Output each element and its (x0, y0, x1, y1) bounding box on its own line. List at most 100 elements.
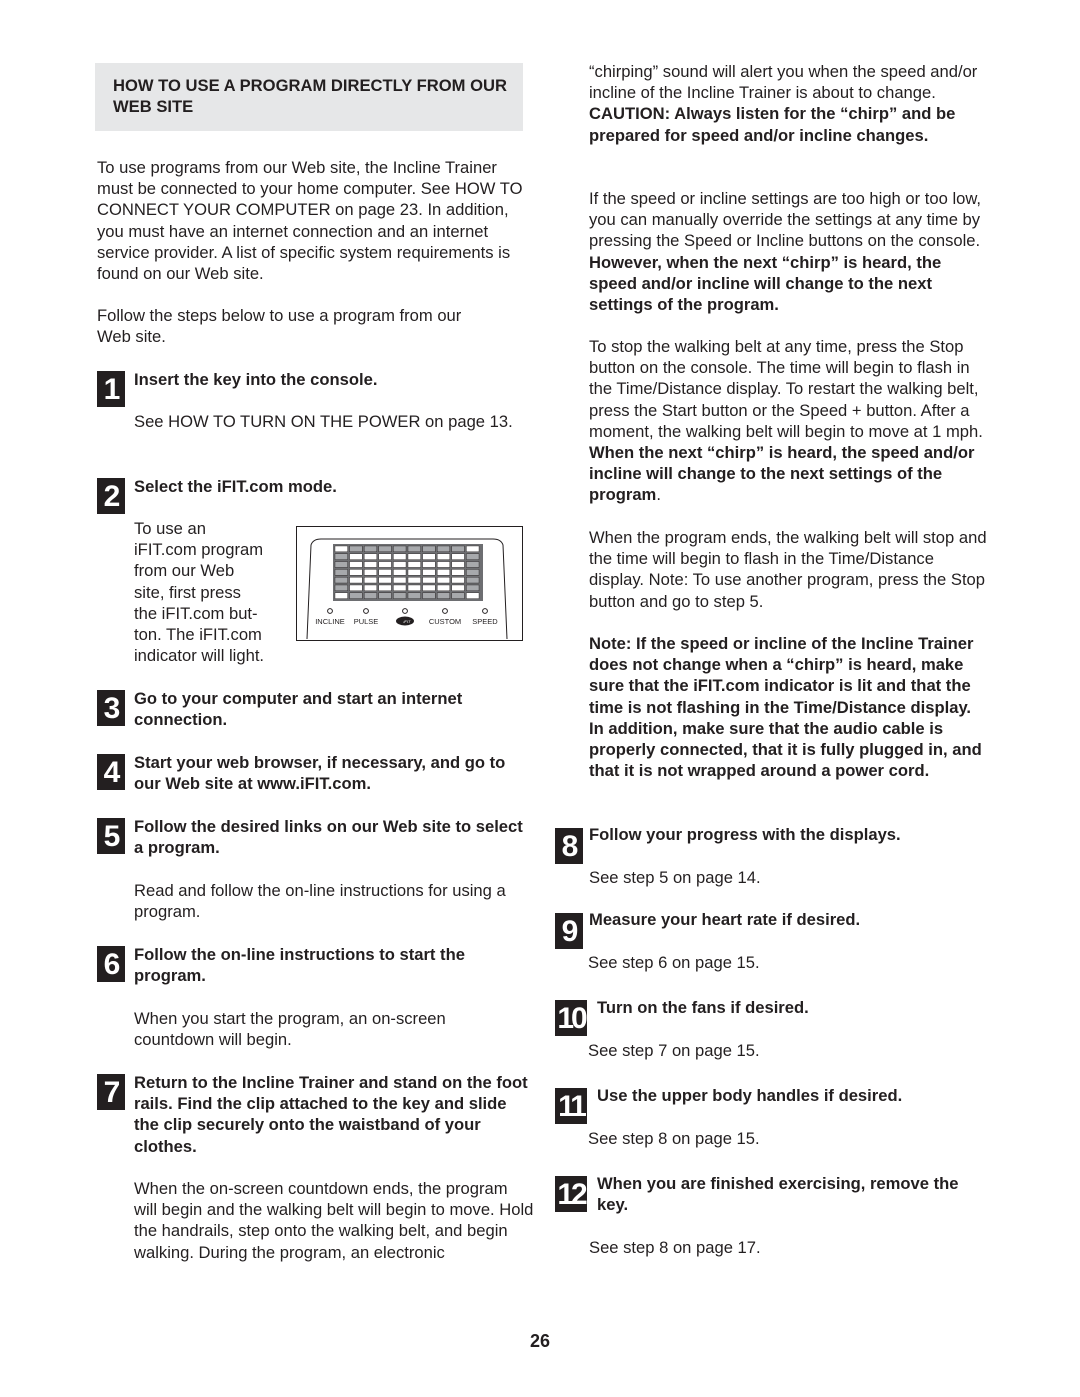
step-badge-5: 5 (97, 818, 125, 854)
program-ends-paragraph: When the program ends, the walking belt … (589, 528, 987, 611)
incline-label: INCLINE (315, 617, 345, 626)
led-cell (349, 561, 363, 568)
led-cell (363, 553, 377, 560)
led-cell (378, 553, 392, 560)
led-cell (422, 545, 436, 553)
step-badge-1: 1 (97, 371, 125, 407)
led-cell (393, 569, 407, 576)
led-cell (349, 553, 363, 560)
led-cell (378, 577, 392, 584)
step-badge-4: 4 (97, 754, 125, 790)
led-cell (334, 584, 348, 592)
section-heading-box: HOW TO USE A PROGRAM DIRECTLY FROM OUR W… (95, 63, 523, 131)
console-illustration: INCLINE PULSE iFIT CUSTOM SPEED (296, 526, 523, 641)
led-cell (466, 553, 480, 560)
led-cell (334, 553, 348, 560)
section-heading: HOW TO USE A PROGRAM DIRECTLY FROM OUR W… (113, 76, 507, 117)
led-cell (378, 584, 392, 592)
led-cell (407, 553, 421, 560)
led-cell (363, 561, 377, 568)
step-7-body: When the on-screen countdown ends, the p… (134, 1179, 534, 1262)
pulse-indicator-light (363, 608, 369, 614)
step-badge-10: 10 (555, 1000, 588, 1036)
incline-indicator-light (327, 608, 333, 614)
led-cell (363, 569, 377, 576)
step-9-body: See step 6 on page 15. (588, 953, 760, 972)
led-cell (407, 592, 421, 599)
step-5-title: Follow the desired links on our Web site… (134, 817, 523, 858)
led-cell (451, 584, 465, 592)
led-cell (393, 577, 407, 584)
led-cell (422, 577, 436, 584)
step-badge-11: 11 (555, 1088, 587, 1124)
speed-indicator-light (482, 608, 488, 614)
led-cell (393, 561, 407, 568)
page-number: 26 (529, 1331, 551, 1351)
step-badge-3: 3 (97, 690, 125, 726)
led-cell (334, 577, 348, 584)
ifit-logo-icon: iFIT (396, 616, 414, 626)
led-cell (349, 569, 363, 576)
ifit-indicator-light (402, 608, 408, 614)
led-cell (466, 569, 480, 576)
pulse-label: PULSE (354, 617, 379, 626)
console-panel-drawing: INCLINE PULSE iFIT CUSTOM SPEED (306, 538, 508, 640)
step-11-title: Use the upper body handles if desired. (597, 1086, 903, 1105)
led-cell (393, 584, 407, 592)
led-cell (334, 545, 348, 553)
led-cell (422, 592, 436, 599)
led-cell (378, 545, 392, 553)
led-cell (363, 584, 377, 592)
led-cell (451, 569, 465, 576)
led-cell (407, 577, 421, 584)
step-3-title: Go to your computer and start an interne… (134, 689, 463, 730)
speed-label: SPEED (472, 617, 498, 626)
led-cell (451, 561, 465, 568)
override-paragraph: If the speed or incline settings are too… (589, 189, 982, 315)
step-12-title: When you are finished exercising, remove… (597, 1174, 959, 1215)
step-6-title: Follow the on-line instructions to start… (134, 945, 465, 986)
led-cell (349, 545, 363, 553)
led-cell (451, 577, 465, 584)
intro-follow-paragraph: Follow the steps below to use a program … (97, 306, 462, 347)
led-cell (466, 561, 480, 568)
led-cell (436, 569, 450, 576)
led-cell (451, 545, 465, 553)
step-4-title: Start your web browser, if necessary, an… (134, 753, 506, 794)
led-cell (378, 592, 392, 599)
custom-label: CUSTOM (429, 617, 461, 626)
led-cell (466, 592, 480, 599)
step-5-body: Read and follow the on-line instructions… (134, 881, 506, 922)
step-6-body: When you start the program, an on-screen… (134, 1009, 446, 1050)
led-cell (436, 577, 450, 584)
led-cell (436, 561, 450, 568)
step-2-title: Select the iFIT.com mode. (134, 477, 337, 496)
led-cell (422, 561, 436, 568)
led-cell (436, 584, 450, 592)
led-cell (378, 569, 392, 576)
led-cell (451, 592, 465, 599)
led-cell (334, 569, 348, 576)
step-12-body: See step 8 on page 17. (589, 1238, 761, 1257)
led-cell (451, 553, 465, 560)
led-cell (422, 553, 436, 560)
led-cell (349, 592, 363, 599)
step-1-body: See HOW TO TURN ON THE POWER on page 13. (134, 412, 513, 431)
step-8-title: Follow your progress with the displays. (589, 825, 901, 844)
step-badge-8: 8 (555, 828, 583, 864)
led-cell (407, 545, 421, 553)
led-cell (378, 561, 392, 568)
led-cell (466, 584, 480, 592)
step-9-title: Measure your heart rate if desired. (589, 910, 861, 929)
led-cell (363, 592, 377, 599)
step-7-title: Return to the Incline Trainer and stand … (134, 1073, 528, 1156)
led-cell (466, 577, 480, 584)
svg-text:iFIT: iFIT (404, 619, 411, 624)
note-paragraph: Note: If the speed or incline of the Inc… (589, 634, 982, 781)
led-cell (436, 545, 450, 553)
chirp-caution-paragraph: “chirping” sound will alert you when the… (589, 62, 978, 145)
led-cell (407, 569, 421, 576)
intro-paragraph: To use programs from our Web site, the I… (97, 158, 523, 284)
step-1-title: Insert the key into the console. (134, 370, 378, 389)
led-cell (436, 592, 450, 599)
